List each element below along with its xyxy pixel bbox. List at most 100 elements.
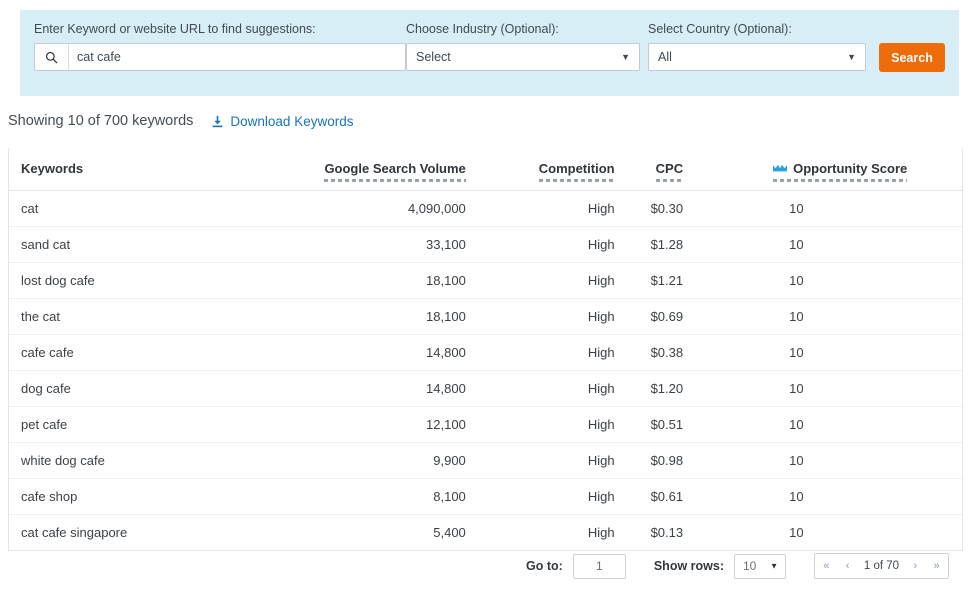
pagination-last-button[interactable]: » <box>932 560 942 572</box>
country-select[interactable]: All ▼ <box>648 43 866 71</box>
cell-cpc: $1.21 <box>650 262 758 299</box>
cell-opportunity: 10 <box>757 442 962 479</box>
table-row[interactable]: cafe cafe 14,800 High $0.38 10 <box>9 334 962 371</box>
cell-volume: 14,800 <box>316 334 529 371</box>
column-header-cpc[interactable]: CPC <box>650 148 758 191</box>
keyword-input-wrap[interactable] <box>34 43 406 71</box>
cell-keyword: cafe cafe <box>9 334 317 371</box>
cell-competition: High <box>528 226 651 263</box>
column-header-competition[interactable]: Competition <box>528 148 651 191</box>
search-button[interactable]: Search <box>879 43 945 72</box>
table-row[interactable]: the cat 18,100 High $0.69 10 <box>9 298 962 335</box>
cell-keyword: cat <box>9 190 317 227</box>
keyword-field-group: Enter Keyword or website URL to find sug… <box>34 22 406 71</box>
table-row[interactable]: lost dog cafe 18,100 High $1.21 10 <box>9 262 962 299</box>
show-rows-value: 10 <box>743 559 757 573</box>
pagination-first-button[interactable]: « <box>821 560 831 572</box>
cell-volume: 12,100 <box>316 406 529 443</box>
cell-opportunity: 10 <box>757 370 962 407</box>
download-keywords-label: Download Keywords <box>230 113 354 129</box>
search-panel: Enter Keyword or website URL to find sug… <box>20 10 959 96</box>
country-label: Select Country (Optional): <box>648 22 792 36</box>
showing-count-text: Showing 10 of 700 keywords <box>8 113 194 129</box>
chevron-down-icon: ▼ <box>847 52 856 62</box>
search-input[interactable] <box>69 44 405 70</box>
cell-keyword: lost dog cafe <box>9 262 317 299</box>
show-rows-select[interactable]: 10 ▼ <box>734 553 786 579</box>
cell-cpc: $0.30 <box>650 190 758 227</box>
sort-underline <box>538 179 615 183</box>
cell-competition: High <box>528 298 651 335</box>
keywords-table-card: Keywords Google Search Volume Competitio… <box>8 148 963 551</box>
cell-cpc: $0.13 <box>650 524 684 540</box>
goto-page-input[interactable] <box>572 553 626 579</box>
show-rows-label: Show rows: <box>653 559 724 573</box>
industry-field-group: Choose Industry (Optional): Select ▼ <box>406 22 640 71</box>
cell-keyword: pet cafe <box>9 406 317 443</box>
cell-volume: 9,900 <box>316 442 529 479</box>
column-header-opportunity-label: Opportunity Score <box>793 161 908 177</box>
table-body: cat 4,090,000 High $0.30 10 sand cat 33,100 Hig… <box>9 190 962 550</box>
chevron-down-icon: ▼ <box>770 561 778 571</box>
industry-select[interactable]: Select ▼ <box>406 43 640 71</box>
column-header-cpc-label: CPC <box>655 161 684 177</box>
table-row[interactable]: cafe shop 8,100 High $0.61 10 <box>9 478 962 515</box>
cell-volume: 18,100 <box>316 262 529 299</box>
cell-competition: High <box>528 334 651 371</box>
industry-label: Choose Industry (Optional): <box>406 22 559 36</box>
cell-cpc: $0.38 <box>650 334 758 371</box>
cell-opportunity: 10 <box>757 298 962 335</box>
table-row[interactable]: white dog cafe 9,900 High $0.98 10 <box>9 442 962 479</box>
cell-cpc: $0.51 <box>650 406 758 443</box>
download-icon <box>211 115 224 128</box>
cell-opportunity: 10 <box>757 226 962 263</box>
goto-label: Go to: <box>526 559 563 573</box>
sort-crown-icon <box>773 164 788 173</box>
cell-keyword: white dog cafe <box>9 442 317 479</box>
table-row[interactable]: pet cafe 12,100 High $0.51 10 <box>9 406 962 443</box>
cell-competition: High <box>528 442 651 479</box>
table-footer: Go to: Show rows: 10 ▼ « ‹ 1 of 70 › » <box>8 548 963 584</box>
cell-keyword: cafe shop <box>9 478 317 515</box>
country-select-value: All <box>658 50 672 64</box>
pagination: « ‹ 1 of 70 › » <box>814 553 949 579</box>
cell-keyword: cat cafe singapore <box>21 524 128 540</box>
cell-opportunity: 10 <box>757 334 962 371</box>
results-bar: Showing 10 of 700 keywords Download Keyw… <box>8 113 353 129</box>
cell-opportunity: 10 <box>757 190 962 227</box>
cell-volume: 33,100 <box>316 226 529 263</box>
cell-opportunity: 10 <box>757 478 962 515</box>
column-header-keywords[interactable]: Keywords <box>9 148 317 191</box>
column-header-volume[interactable]: Google Search Volume <box>316 148 529 191</box>
chevron-down-icon: ▼ <box>621 52 630 62</box>
cell-keyword: the cat <box>9 298 317 335</box>
sort-underline <box>655 179 684 183</box>
table-row[interactable]: dog cafe 14,800 High $1.20 10 <box>9 370 962 407</box>
industry-select-value: Select <box>416 50 451 64</box>
sort-underline <box>773 179 908 183</box>
cell-keyword: sand cat <box>9 226 317 263</box>
column-header-keywords-label: Keywords <box>21 161 84 177</box>
column-header-competition-label: Competition <box>538 161 615 177</box>
keyword-label: Enter Keyword or website URL to find sug… <box>34 22 316 36</box>
cell-volume: 8,100 <box>316 478 529 515</box>
table-header: Keywords Google Search Volume Competitio… <box>9 148 962 191</box>
cell-competition: High <box>528 406 651 443</box>
pagination-next-button[interactable]: › <box>912 560 920 572</box>
table-row[interactable]: cat cafe singapore 5,400 High $0.13 10 <box>9 514 962 550</box>
pagination-prev-button[interactable]: ‹ <box>844 560 852 572</box>
table-row[interactable]: sand cat 33,100 High $1.28 10 <box>9 226 962 263</box>
cell-cpc: $1.20 <box>650 370 758 407</box>
table-header-row: Keywords Google Search Volume Competitio… <box>9 148 962 191</box>
cell-opportunity: 10 <box>757 406 962 443</box>
keywords-table: Keywords Google Search Volume Competitio… <box>9 148 962 550</box>
column-header-opportunity[interactable]: Opportunity Score <box>757 148 962 191</box>
cell-volume: 14,800 <box>316 370 529 407</box>
cell-competition: High <box>528 190 651 227</box>
download-keywords-link[interactable]: Download Keywords <box>211 114 353 129</box>
country-field-group: Select Country (Optional): All ▼ <box>648 22 866 71</box>
column-header-volume-label: Google Search Volume <box>324 161 466 177</box>
cell-cpc: $1.28 <box>650 226 758 263</box>
table-row[interactable]: cat 4,090,000 High $0.30 10 <box>9 190 962 227</box>
cell-cpc: $0.69 <box>650 298 758 335</box>
